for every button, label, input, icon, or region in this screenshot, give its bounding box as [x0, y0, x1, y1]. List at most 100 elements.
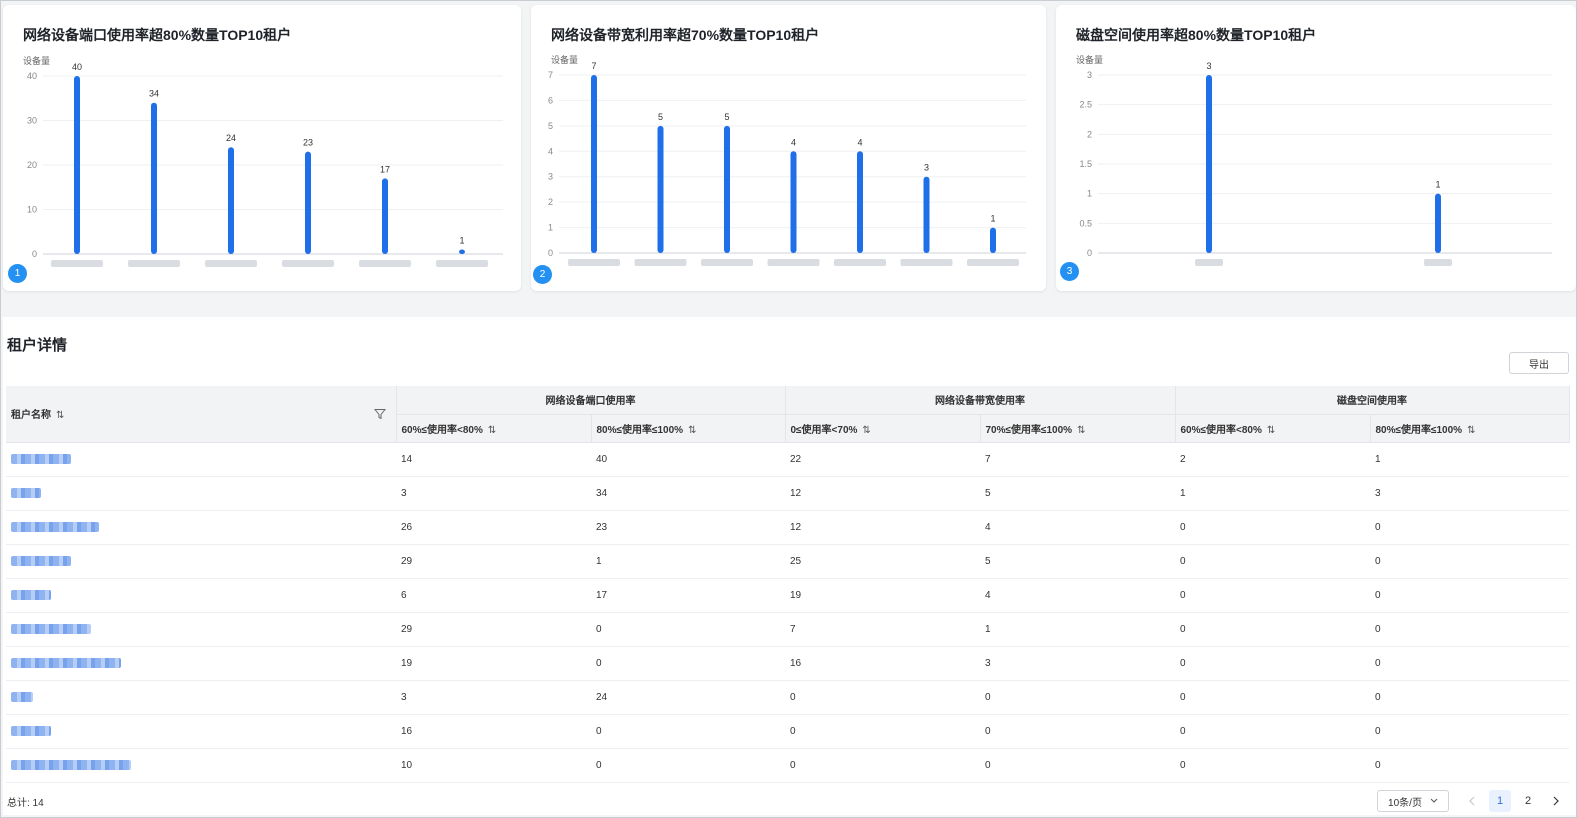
cell-tenant-name[interactable]	[6, 578, 396, 613]
data-label: 17	[380, 164, 390, 174]
tenant-link-redacted[interactable]	[11, 725, 51, 736]
bar	[790, 151, 797, 253]
export-button[interactable]: 导出	[1509, 352, 1569, 374]
y-tick-label: 0.5	[1079, 218, 1092, 228]
sort-icon[interactable]: ⇅	[1267, 425, 1275, 436]
tenant-link-redacted[interactable]	[11, 555, 71, 566]
column-label: 租户名称	[11, 410, 51, 422]
sort-icon[interactable]: ⇅	[488, 425, 496, 436]
cell-value: 3	[396, 680, 591, 715]
y-tick-label: 20	[27, 160, 37, 170]
tenant-link-redacted[interactable]	[11, 487, 41, 498]
tenant-link-redacted[interactable]	[11, 453, 71, 464]
total-count: 总计: 14	[7, 798, 44, 809]
tenant-link-redacted[interactable]	[11, 691, 33, 702]
column-header-port-80-100[interactable]: 80%≤使用率≤100% ⇅	[591, 414, 786, 443]
cell-value: 12	[785, 510, 980, 545]
cell-value: 3	[396, 476, 591, 511]
cell-tenant-name[interactable]	[6, 442, 396, 477]
bar	[724, 125, 730, 253]
sort-icon[interactable]: ⇅	[1077, 425, 1085, 436]
y-tick-label: 3	[548, 172, 553, 182]
tenant-link-redacted[interactable]	[11, 759, 131, 770]
column-label: 0≤使用率<70%	[790, 424, 858, 436]
bar	[1435, 193, 1441, 253]
bar	[228, 147, 234, 254]
section-title: 租户详情	[7, 337, 68, 354]
x-tick-label-redacted	[51, 260, 103, 267]
column-header-disk-80-100[interactable]: 80%≤使用率≤100% ⇅	[1370, 414, 1570, 443]
bar-chart-port-usage: 设备量 0 10 20 30 40 40 34 24 23 17 1	[23, 55, 503, 267]
cell-tenant-name[interactable]	[6, 510, 396, 545]
cell-value: 0	[591, 646, 785, 681]
column-label: 60%≤使用率<80%	[1180, 424, 1262, 436]
column-header-bandwidth-0-70[interactable]: 0≤使用率<70% ⇅	[785, 414, 981, 443]
cell-tenant-name[interactable]	[6, 544, 396, 579]
page-button-2[interactable]: 2	[1517, 790, 1539, 812]
cell-value: 16	[396, 714, 591, 749]
group-header-port-usage: 网络设备端口使用率	[396, 386, 786, 415]
table-row: 16 0 0 0 0 0	[6, 714, 1569, 749]
cell-tenant-name[interactable]	[6, 476, 396, 511]
y-tick-label: 1	[548, 223, 553, 233]
sort-icon[interactable]: ⇅	[688, 425, 696, 436]
tenant-link-redacted[interactable]	[11, 589, 51, 600]
cell-value: 5	[980, 476, 1175, 511]
cell-value: 0	[1370, 578, 1569, 613]
tenant-link-redacted[interactable]	[11, 521, 99, 532]
y-axis-title: 设备量	[551, 54, 578, 65]
cell-value: 6	[396, 578, 591, 613]
cell-tenant-name[interactable]	[6, 714, 396, 749]
cell-value: 17	[591, 578, 785, 613]
cell-value: 24	[591, 680, 785, 715]
next-page-button[interactable]	[1545, 790, 1567, 812]
bar	[305, 151, 311, 254]
y-tick-label: 30	[27, 116, 37, 126]
y-tick-label: 7	[548, 70, 553, 80]
table-row: 14 40 22 7 2 1	[6, 442, 1569, 477]
column-label: 60%≤使用率<80%	[401, 424, 483, 436]
cell-value: 0	[591, 714, 785, 749]
cell-value: 0	[980, 680, 1175, 715]
x-tick-label-redacted	[634, 259, 687, 266]
tenant-link-redacted[interactable]	[11, 623, 91, 634]
filter-icon[interactable]	[373, 408, 386, 423]
column-header-port-60-80[interactable]: 60%≤使用率<80% ⇅	[396, 414, 592, 443]
column-header-disk-60-80[interactable]: 60%≤使用率<80% ⇅	[1175, 414, 1371, 443]
page-button-1[interactable]: 1	[1489, 790, 1511, 812]
column-header-tenant-name[interactable]: 租户名称 ⇅	[6, 386, 397, 443]
chart-card-port-usage: 网络设备端口使用率超80%数量TOP10租户 设备量 0 10 20 30 40 40 34 2…	[3, 5, 521, 291]
cell-value: 0	[1175, 646, 1370, 681]
sort-icon[interactable]: ⇅	[862, 425, 870, 436]
column-header-bandwidth-70-100[interactable]: 70%≤使用率≤100% ⇅	[980, 414, 1176, 443]
x-tick-label-redacted	[1424, 259, 1452, 266]
charts-row: 网络设备端口使用率超80%数量TOP10租户 设备量 0 10 20 30 40 40 34 2…	[3, 5, 1576, 291]
cell-value: 40	[591, 442, 785, 477]
y-tick-label: 3	[1087, 70, 1092, 80]
cell-value: 12	[785, 476, 980, 511]
cell-value: 0	[1370, 714, 1569, 749]
chart-card-disk-usage: 磁盘空间使用率超80%数量TOP10租户 设备量 0 0.5 1 1.5 2 2.5 3 3 1 …	[1056, 5, 1576, 291]
sort-icon[interactable]: ⇅	[56, 410, 64, 421]
cell-value: 0	[785, 714, 980, 749]
sort-icon[interactable]: ⇅	[1467, 425, 1475, 436]
x-tick-label-redacted	[436, 260, 488, 267]
prev-page-button[interactable]	[1461, 790, 1483, 812]
tenant-link-redacted[interactable]	[11, 657, 121, 668]
cell-value: 5	[980, 544, 1175, 579]
table-row: 10 0 0 0 0 0	[6, 748, 1569, 783]
cell-value: 34	[591, 476, 785, 511]
page-size-select[interactable]: 10条/页	[1377, 790, 1449, 812]
cell-tenant-name[interactable]	[6, 748, 396, 783]
cell-value: 0	[1175, 748, 1370, 783]
data-label: 3	[924, 163, 929, 173]
cell-tenant-name[interactable]	[6, 646, 396, 681]
cell-value: 0	[1370, 680, 1569, 715]
cell-value: 0	[1370, 510, 1569, 545]
cell-value: 1	[1370, 442, 1569, 477]
chart-card-bandwidth-usage: 网络设备带宽利用率超70%数量TOP10租户 设备量 0 1 2 3 4 5 6 7 7 5 5 4 4 3…	[531, 5, 1046, 291]
cell-tenant-name[interactable]	[6, 680, 396, 715]
chevron-down-icon	[1430, 796, 1438, 807]
cell-value: 19	[785, 578, 980, 613]
cell-tenant-name[interactable]	[6, 612, 396, 647]
